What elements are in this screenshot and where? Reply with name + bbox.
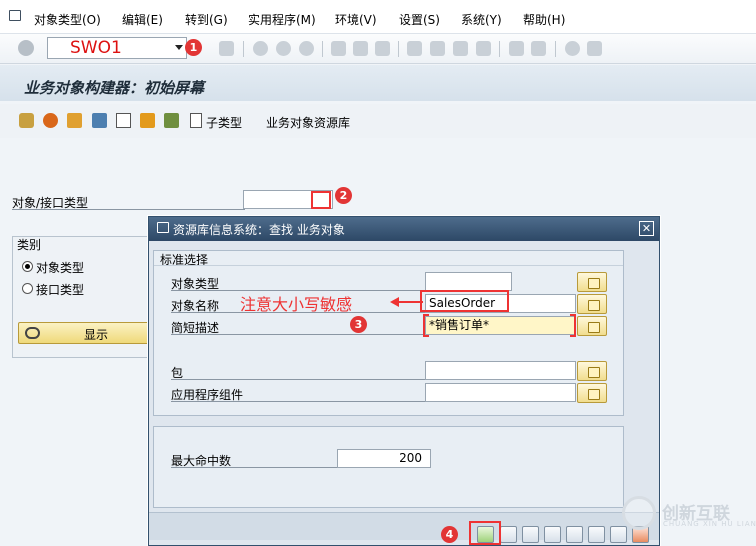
annotation-highlight-4 (469, 521, 501, 545)
label-underline (171, 334, 427, 335)
category-title: 类别 (17, 238, 42, 252)
find-next-icon[interactable] (375, 41, 390, 56)
chevron-down-icon[interactable] (175, 45, 183, 50)
menu-environment[interactable]: 环境(V) (335, 11, 377, 28)
separator (555, 41, 556, 57)
first-page-icon[interactable] (407, 41, 422, 56)
list-button[interactable] (610, 526, 627, 543)
radio-object-type-label: 对象类型 (36, 261, 85, 275)
multi-select-button[interactable] (577, 383, 607, 403)
save-variant-button[interactable] (500, 526, 517, 543)
multi-select-button[interactable] (577, 272, 607, 292)
radio-object-type[interactable] (22, 261, 33, 272)
cancel-icon[interactable] (299, 41, 314, 56)
annotation-badge-3: 3 (350, 316, 367, 333)
next-page-icon[interactable] (453, 41, 468, 56)
multi-select-button[interactable] (577, 361, 607, 381)
repository-button[interactable]: 业务对象资源库 (266, 114, 350, 131)
label-underline (12, 209, 245, 210)
menu-edit[interactable]: 编辑(E) (122, 11, 163, 28)
test-icon[interactable] (43, 113, 58, 128)
menu-help[interactable]: 帮助(H) (523, 11, 565, 28)
document-icon[interactable] (190, 113, 202, 128)
command-field-value: SWO1 (70, 38, 122, 58)
find-icon[interactable] (353, 41, 368, 56)
separator (499, 41, 500, 57)
save-icon[interactable] (219, 41, 234, 56)
generate-icon[interactable] (140, 113, 155, 128)
page-title: 业务对象构建器：初始屏幕 (24, 79, 205, 97)
label-underline (171, 401, 427, 402)
subtype-button[interactable]: 子类型 (206, 114, 242, 131)
annotation-badge-1: 1 (185, 39, 202, 56)
menu-goto[interactable]: 转到(G) (185, 11, 228, 28)
enter-icon[interactable] (18, 40, 34, 56)
annotation-badge-2: 2 (335, 187, 352, 204)
menu-bar: 对象类型(O) 编辑(E) 转到(G) 实用程序(M) 环境(V) 设置(S) … (0, 0, 756, 34)
close-icon[interactable]: ✕ (639, 221, 654, 236)
package-field[interactable] (425, 361, 576, 380)
help-icon[interactable] (565, 41, 580, 56)
multi-select-button[interactable] (577, 294, 607, 314)
annotation-bracket-left (423, 314, 429, 337)
max-hits-field[interactable]: 200 (337, 449, 431, 468)
annotation-badge-4: 4 (441, 526, 458, 543)
arrow-up-icon[interactable] (566, 526, 583, 543)
display-button-label: 显示 (84, 328, 109, 342)
app-component-field[interactable] (425, 383, 576, 402)
info-button[interactable] (522, 526, 539, 543)
all-selections-button[interactable] (588, 526, 605, 543)
label-underline (171, 467, 337, 468)
prev-page-icon[interactable] (430, 41, 445, 56)
change-icon[interactable] (67, 113, 82, 128)
layout-menu-icon[interactable] (587, 41, 602, 56)
exit-icon[interactable] (276, 41, 291, 56)
radio-interface-type-label: 接口类型 (36, 283, 85, 297)
menu-utilities[interactable]: 实用程序(M) (248, 11, 316, 28)
tree-icon[interactable] (164, 113, 179, 128)
label-underline (171, 379, 427, 380)
print-icon[interactable] (331, 41, 346, 56)
menu-system[interactable]: 系统(Y) (461, 11, 502, 28)
annotation-note: 注意大小写敏感 (240, 295, 353, 314)
annotation-highlight-name (420, 290, 509, 312)
annotation-arrow-head (390, 297, 399, 307)
watermark-subtext: CHUANG XIN HU LIAN (663, 520, 756, 528)
back-icon[interactable] (253, 41, 268, 56)
menu-icon[interactable] (9, 10, 21, 21)
dialog-icon (157, 222, 169, 233)
group-divider (154, 265, 623, 266)
shortcut-icon[interactable] (531, 41, 546, 56)
annotation-highlight-2 (311, 191, 331, 209)
object-type-field[interactable] (425, 272, 512, 291)
application-toolbar (0, 104, 756, 138)
glasses-icon (25, 327, 40, 339)
annotation-bracket-right (570, 314, 576, 337)
radio-interface-type[interactable] (22, 283, 33, 294)
separator (322, 41, 323, 57)
hierarchy-icon[interactable] (19, 113, 34, 128)
multi-select-button[interactable] (577, 316, 607, 336)
short-desc-field[interactable]: *销售订单* (425, 316, 576, 335)
last-page-icon[interactable] (476, 41, 491, 56)
new-session-icon[interactable] (509, 41, 524, 56)
separator (243, 41, 244, 57)
menu-object-type[interactable]: 对象类型(O) (34, 11, 101, 28)
multi-select-button[interactable] (544, 526, 561, 543)
watermark-logo-icon (622, 496, 656, 530)
dialog-title: 资源库信息系统：查找 业务对象 (173, 223, 345, 237)
menu-settings[interactable]: 设置(S) (399, 11, 440, 28)
copy-icon[interactable] (116, 113, 131, 128)
separator (398, 41, 399, 57)
delete-icon[interactable] (92, 113, 107, 128)
